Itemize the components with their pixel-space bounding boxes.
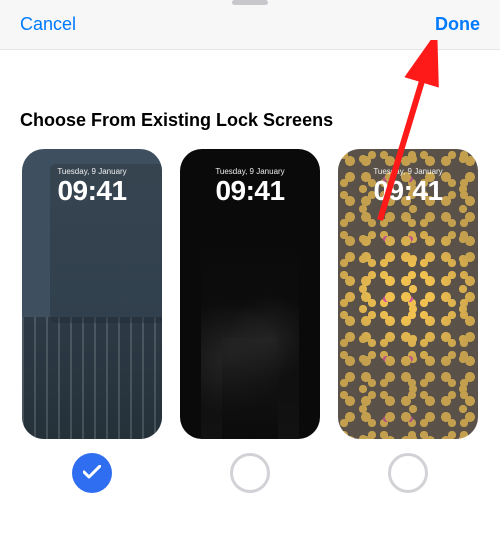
radio-unselected[interactable] bbox=[388, 453, 428, 493]
lock-screen-overlay: Tuesday, 9 January 09:41 bbox=[180, 167, 320, 205]
lock-date: Tuesday, 9 January bbox=[22, 167, 162, 176]
lock-screen-option: Tuesday, 9 January 09:41 bbox=[178, 149, 322, 493]
lock-screen-option: Tuesday, 9 January 09:41 bbox=[20, 149, 164, 493]
lock-screen-option: Tuesday, 9 January 09:41 bbox=[336, 149, 480, 493]
lock-screen-preview-1[interactable]: Tuesday, 9 January 09:41 bbox=[22, 149, 162, 439]
lock-date: Tuesday, 9 January bbox=[180, 167, 320, 176]
lock-time: 09:41 bbox=[180, 177, 320, 205]
lock-screen-overlay: Tuesday, 9 January 09:41 bbox=[338, 167, 478, 205]
cancel-button[interactable]: Cancel bbox=[20, 14, 76, 35]
radio-selected[interactable] bbox=[72, 453, 112, 493]
done-button[interactable]: Done bbox=[435, 14, 480, 35]
lock-screen-preview-2[interactable]: Tuesday, 9 January 09:41 bbox=[180, 149, 320, 439]
lock-screen-overlay: Tuesday, 9 January 09:41 bbox=[22, 167, 162, 205]
lock-screen-preview-3[interactable]: Tuesday, 9 January 09:41 bbox=[338, 149, 478, 439]
lock-screens-row: Tuesday, 9 January 09:41 Tuesday, 9 Janu… bbox=[20, 149, 480, 493]
content-area: Choose From Existing Lock Screens Tuesda… bbox=[0, 50, 500, 513]
radio-unselected[interactable] bbox=[230, 453, 270, 493]
lock-time: 09:41 bbox=[338, 177, 478, 205]
header-bar: Cancel Done bbox=[0, 0, 500, 50]
drag-handle[interactable] bbox=[232, 0, 268, 5]
lock-time: 09:41 bbox=[22, 177, 162, 205]
lock-date: Tuesday, 9 January bbox=[338, 167, 478, 176]
checkmark-icon bbox=[83, 462, 101, 485]
section-title: Choose From Existing Lock Screens bbox=[20, 110, 480, 131]
